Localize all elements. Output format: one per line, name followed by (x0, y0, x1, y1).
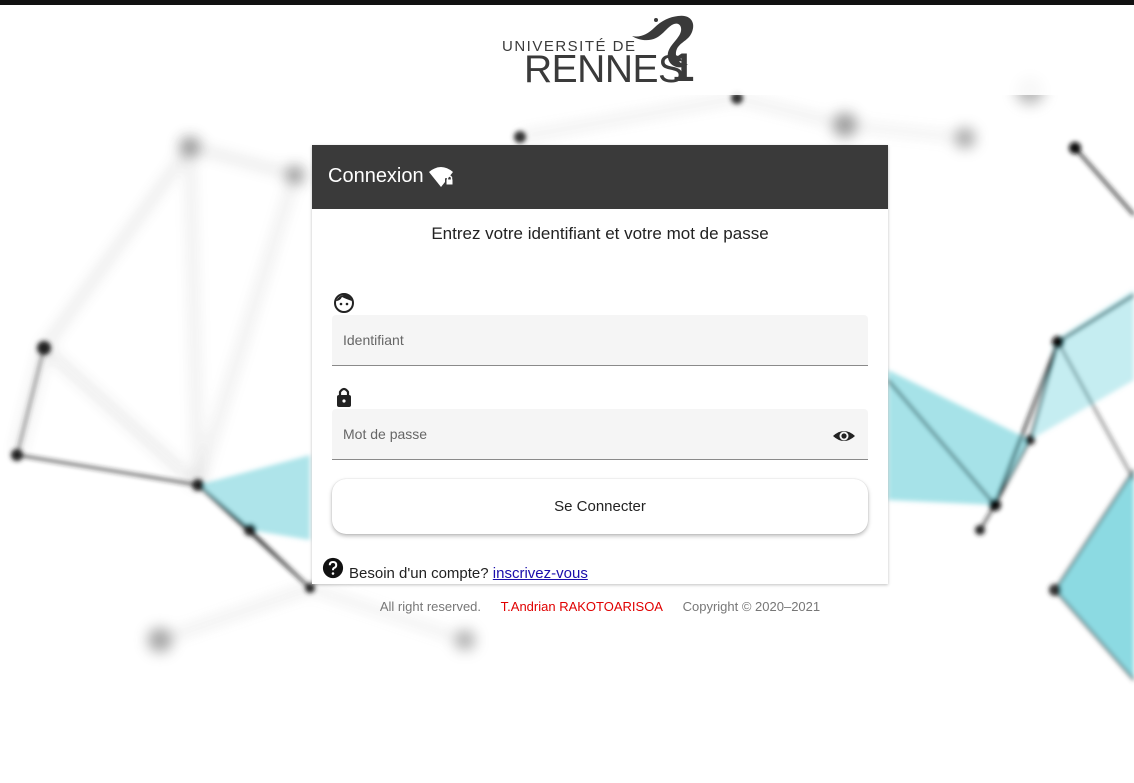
help-circle-icon (322, 557, 344, 579)
login-button[interactable]: Se Connecter (332, 479, 868, 534)
footer-author: T.Andrian RAKOTOARISOA (500, 599, 663, 614)
eye-icon[interactable] (832, 424, 856, 448)
login-card-header: Connexion (312, 145, 888, 209)
footer-rights: All right reserved. (379, 599, 482, 614)
password-field[interactable] (332, 409, 868, 460)
footer-copyright: Copyright © 2020–2021 (682, 599, 821, 614)
signup-link[interactable]: inscrivez-vous (493, 565, 588, 582)
face-icon (334, 293, 354, 313)
signup-help-row: Besoin d'un compte? inscrivez-vous (322, 557, 882, 583)
salamander-logo-icon (632, 15, 694, 68)
login-page: UNIVERSITÉ DE RENNES 1 Connexion Entrez … (0, 0, 1134, 783)
lock-icon (337, 387, 351, 407)
username-input[interactable] (332, 315, 823, 365)
login-title: Connexion (328, 165, 424, 187)
login-subtitle: Entrez votre identifiant et votre mot de… (431, 224, 769, 243)
login-card: Connexion Entrez votre identifiant et vo… (312, 145, 888, 584)
footer: All right reserved. T.Andrian RAKOTOARIS… (312, 599, 888, 614)
password-input[interactable] (332, 409, 823, 459)
username-field[interactable] (332, 315, 868, 366)
signup-prompt: Besoin d'un compte? inscrivez-vous (349, 565, 588, 582)
signup-prompt-text: Besoin d'un compte? (349, 565, 489, 582)
university-logo: UNIVERSITÉ DE RENNES 1 (500, 12, 700, 90)
wifi-lock-icon (429, 167, 454, 187)
